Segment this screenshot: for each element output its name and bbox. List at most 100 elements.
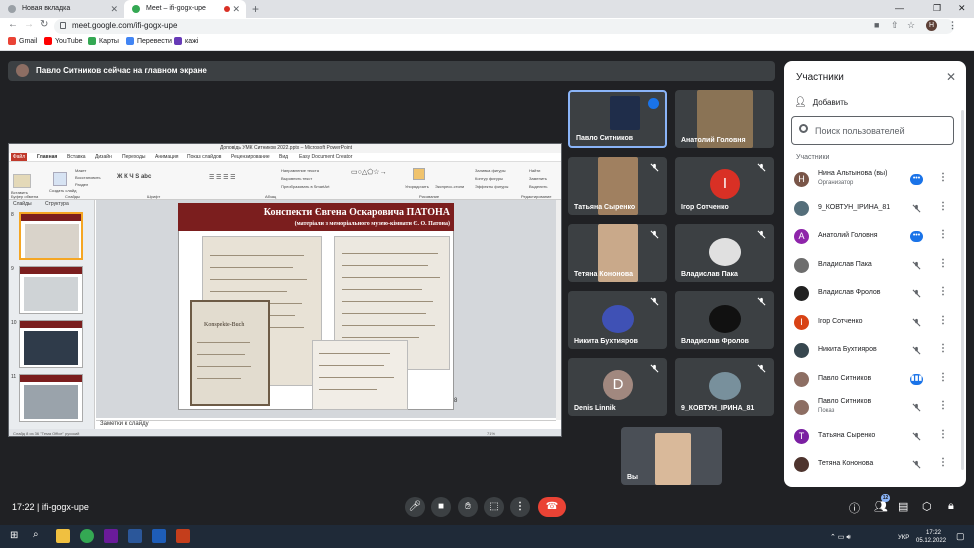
ppt-file-tab: Файл (11, 153, 27, 161)
maximize-icon[interactable]: ❐ (933, 0, 941, 16)
participant-row[interactable]: Никита Бухтияров ⋮ (790, 339, 960, 363)
avatar: Т (794, 428, 809, 444)
participant-row[interactable]: Павло Ситников Показ ⋮ (790, 396, 960, 420)
clock-time[interactable]: 17:22 (926, 530, 941, 536)
participant-tile[interactable]: I Ігор Сотченко (675, 157, 774, 215)
participant-tile[interactable]: Никита Бухтияров (568, 291, 667, 349)
info-icon[interactable]: ⓘ (849, 500, 860, 516)
participant-name: Тетяна Кононова (818, 460, 874, 467)
mic-off-icon (650, 364, 659, 373)
host-controls-icon[interactable]: 🔒︎ (948, 500, 954, 513)
present-button[interactable]: ⬚ (484, 497, 504, 517)
participant-row[interactable]: Тетяна Кононова ⋮ (790, 453, 960, 477)
participant-tile[interactable]: 9_КОВТУН_ІРИНА_81 (675, 358, 774, 416)
self-view-tile[interactable]: Вы (621, 427, 722, 485)
mic-toggle-button[interactable]: 🎤︎ (405, 497, 425, 517)
star-icon[interactable]: ☆ (907, 20, 915, 31)
powerpoint-icon[interactable] (176, 529, 190, 543)
participant-row[interactable]: І Ігор Сотченко ⋮ (790, 311, 960, 335)
bookmark-youtube[interactable]: YouTube (44, 37, 83, 45)
participant-tile[interactable]: D Denis Linnik (568, 358, 667, 416)
more-options-icon[interactable]: ⋮ (938, 315, 948, 326)
camera-toggle-button[interactable]: ■ (431, 497, 451, 517)
avatar (794, 343, 809, 358)
reload-icon[interactable]: ↻ (40, 19, 48, 30)
participant-tile[interactable]: Анатолий Головня (675, 90, 774, 148)
tray-icons[interactable]: ⌃ ▭ 🔊︎ (830, 533, 851, 542)
mic-off-icon[interactable] (912, 261, 921, 270)
back-icon[interactable]: ← (8, 19, 18, 30)
participant-row[interactable]: Т Тaтьяна Сыренко ⋮ (790, 425, 960, 449)
more-options-icon[interactable]: ⋮ (938, 429, 948, 440)
avatar (794, 400, 809, 415)
add-people-button[interactable]: 👤︎ Добавить (794, 97, 848, 108)
windows-start-icon[interactable]: ⊞ (10, 530, 18, 541)
word-icon[interactable] (152, 529, 166, 543)
participant-row[interactable]: А Анатолий Головня ••• ⋮ (790, 225, 960, 249)
omnibox[interactable] (54, 19, 954, 34)
more-options-icon[interactable]: ⋮ (938, 372, 948, 383)
share-icon[interactable]: ⇧ (891, 20, 899, 31)
participant-row[interactable]: Павло Ситников ▮▮▮ ⋮ (790, 368, 960, 392)
raise-hand-button[interactable]: ✋︎ (458, 497, 478, 517)
close-window-icon[interactable]: ✕ (958, 0, 966, 16)
file-explorer-icon[interactable] (56, 529, 70, 543)
participant-tile[interactable]: Тaтьяна Сыренко (568, 157, 667, 215)
participant-name: 9_КОВТУН_ІРИНА_81 (818, 203, 891, 211)
participant-row[interactable]: 9_КОВТУН_ІРИНА_81 ⋮ (790, 197, 960, 221)
minimize-icon[interactable]: — (895, 0, 904, 16)
notifications-icon[interactable]: ▢ (956, 531, 965, 542)
participant-role: Организатор (818, 180, 854, 186)
camera-indicator-icon[interactable]: ■ (874, 20, 879, 30)
participant-row[interactable]: Владислав Пака ⋮ (790, 254, 960, 278)
mic-off-icon[interactable] (912, 346, 921, 355)
bookmark-gmail[interactable]: Gmail (8, 37, 37, 45)
more-options-icon[interactable]: ⋮ (938, 286, 948, 297)
forward-icon[interactable]: → (24, 19, 34, 30)
bookmark-kazhi[interactable]: кажі (174, 37, 198, 45)
chat-icon[interactable]: ▤ (898, 500, 908, 513)
mic-off-icon[interactable] (912, 204, 921, 213)
menu-icon[interactable]: ⋮ (948, 20, 957, 31)
more-options-icon[interactable]: ⋮ (938, 229, 948, 240)
url-text[interactable]: meet.google.com/ifi-gogx-upe (72, 21, 177, 30)
participant-tile[interactable]: Владислав Фролов (675, 291, 774, 349)
close-icon[interactable]: ✕ (232, 0, 240, 18)
present-off-icon[interactable] (912, 403, 921, 412)
mic-off-icon[interactable] (912, 432, 921, 441)
activities-icon[interactable]: ⬡ (922, 500, 932, 513)
participant-tile[interactable]: Тетяна Кононова (568, 224, 667, 282)
leave-call-button[interactable]: ☎︎ (538, 497, 566, 517)
close-icon[interactable]: ✕ (110, 0, 118, 18)
profile-avatar[interactable]: H (926, 20, 937, 31)
lock-icon[interactable] (60, 22, 66, 29)
participant-row[interactable]: Владислав Фролов ⋮ (790, 282, 960, 306)
new-tab-button[interactable]: + (252, 0, 259, 18)
more-options-icon[interactable]: ⋮ (938, 201, 948, 212)
mic-off-icon[interactable] (912, 318, 921, 327)
keyboard-language[interactable]: УКР (898, 535, 909, 541)
participant-tile[interactable]: Владислав Пака (675, 224, 774, 282)
more-options-icon[interactable]: ⋮ (938, 343, 948, 354)
chrome-icon[interactable] (80, 529, 94, 543)
more-options-icon[interactable]: ⋮ (938, 400, 948, 411)
more-options-icon[interactable]: ⋮ (938, 258, 948, 269)
app-icon[interactable] (128, 529, 142, 543)
mic-off-icon[interactable] (912, 289, 921, 298)
more-options-icon[interactable]: ⋮ (938, 457, 948, 468)
participant-row[interactable]: Н Нина Альтынова (вы) Организатор ••• ⋮ (790, 168, 960, 192)
more-options-button[interactable]: ⋮ (510, 497, 530, 517)
tab-meet[interactable]: Meet – ifi-gogx-upe ✕ (124, 0, 246, 18)
mic-off-icon[interactable] (912, 460, 921, 469)
bookmark-maps[interactable]: Карты (88, 37, 119, 45)
viber-icon[interactable] (104, 529, 118, 543)
search-icon[interactable]: ⌕ (33, 529, 39, 540)
participant-tile[interactable]: Павло Ситников (568, 90, 667, 148)
panel-scrollbar[interactable] (961, 110, 964, 470)
ribbon-button: Восстановить (75, 175, 101, 180)
more-options-icon[interactable]: ⋮ (938, 172, 948, 183)
close-icon[interactable]: ✕ (946, 70, 956, 84)
tab-new-tab[interactable]: Новая вкладка ✕ (0, 0, 124, 18)
clock-date[interactable]: 05.12.2022 (916, 538, 946, 544)
bookmark-translate[interactable]: Перевести (126, 37, 172, 45)
